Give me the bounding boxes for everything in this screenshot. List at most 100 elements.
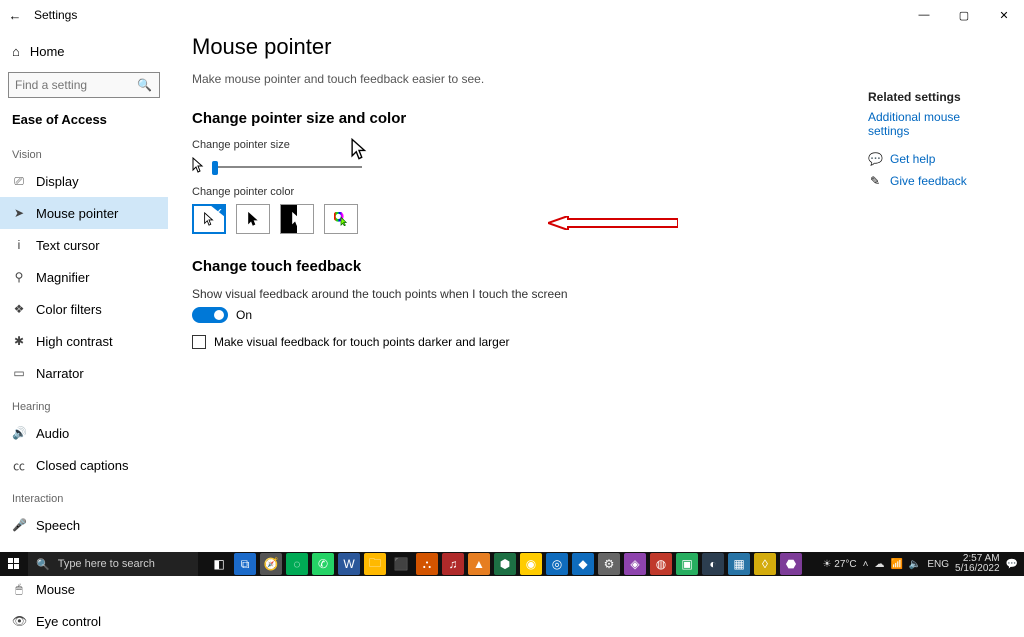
section-heading-touch: Change touch feedback (192, 258, 1000, 275)
start-button[interactable] (0, 552, 28, 576)
slider-thumb[interactable] (212, 161, 218, 175)
sidebar-item-color-filters[interactable]: ❖ Color filters (0, 293, 168, 325)
sidebar-item-label: Speech (36, 518, 80, 533)
annotation-arrow (548, 216, 678, 230)
cursor-white-icon (202, 212, 216, 226)
tray-action-center-icon[interactable]: 💬 (1006, 559, 1018, 570)
tray-cloud-icon[interactable]: ☁ (874, 559, 884, 570)
taskbar-app[interactable]: ▦ (728, 553, 750, 575)
slider-track[interactable] (212, 166, 362, 168)
sidebar-item-eye-control[interactable]: 👁 Eye control (0, 605, 168, 637)
sidebar-item-label: Closed captions (36, 458, 129, 473)
sidebar-item-speech[interactable]: 🎤 Speech (0, 509, 168, 541)
taskbar-app[interactable]: ⬢ (494, 553, 516, 575)
taskbar-app-word[interactable]: W (338, 553, 360, 575)
taskbar-search-placeholder: Type here to search (58, 558, 155, 570)
taskbar-app[interactable]: ⬣ (780, 553, 802, 575)
sidebar-item-label: Color filters (36, 302, 102, 317)
touch-darker-label: Make visual feedback for touch points da… (214, 335, 510, 349)
weather-widget[interactable]: ☀ 27°C (823, 559, 857, 570)
sidebar-item-label: Display (36, 174, 79, 189)
right-column: Related settings Additional mouse settin… (868, 90, 998, 196)
group-title-vision: Vision (0, 137, 168, 165)
sidebar-item-audio[interactable]: 🔊 Audio (0, 417, 168, 449)
taskbar-app[interactable]: ⛬ (416, 553, 438, 575)
sidebar-item-closed-captions[interactable]: ㏄ Closed captions (0, 449, 168, 481)
taskbar-app[interactable]: ◊ (754, 553, 776, 575)
cursor-custom-icon (334, 212, 348, 226)
taskbar-app-whatsapp[interactable]: ✆ (312, 553, 334, 575)
maximize-button[interactable]: ▢ (944, 0, 984, 30)
sidebar-item-narrator[interactable]: ▭ Narrator (0, 357, 168, 389)
taskbar-app[interactable]: ◍ (650, 553, 672, 575)
minimize-button[interactable]: ― (904, 0, 944, 30)
sidebar-search[interactable]: 🔍 (8, 72, 160, 98)
pointer-color-custom[interactable] (324, 204, 358, 234)
sidebar: ⌂ Home 🔍 Ease of Access Vision ⎚ Display… (0, 30, 168, 552)
pointer-color-black[interactable] (236, 204, 270, 234)
taskbar-app-settings[interactable]: ⚙ (598, 553, 620, 575)
sidebar-item-display[interactable]: ⎚ Display (0, 165, 168, 197)
sidebar-home[interactable]: ⌂ Home (0, 36, 168, 66)
home-icon: ⌂ (12, 44, 20, 59)
get-help-link[interactable]: 💬 Get help (868, 152, 998, 166)
sidebar-category: Ease of Access (0, 106, 168, 137)
search-icon: 🔍 (137, 78, 152, 92)
sidebar-item-label: Mouse pointer (36, 206, 118, 221)
sidebar-home-label: Home (30, 44, 65, 59)
system-tray[interactable]: ☀ 27°C ˄ ☁ 📶 🔈 ENG 2:57 AM 5/16/2022 💬 (823, 554, 1024, 574)
sidebar-item-text-cursor[interactable]: Ꭵ Text cursor (0, 229, 168, 261)
taskbar-app[interactable]: 🧭 (260, 553, 282, 575)
tray-wifi-icon[interactable]: 📶 (890, 559, 902, 570)
sidebar-item-high-contrast[interactable]: ✱ High contrast (0, 325, 168, 357)
sidebar-item-label: Narrator (36, 366, 84, 381)
closed-captions-icon: ㏄ (12, 457, 26, 474)
taskbar-app-vlc[interactable]: ▲ (468, 553, 490, 575)
pointer-color-inverted[interactable] (280, 204, 314, 234)
taskbar-app[interactable]: ◆ (572, 553, 594, 575)
tray-clock[interactable]: 2:57 AM 5/16/2022 (955, 554, 1000, 574)
taskbar: 🔍 Type here to search ◧ ⧉ 🧭 ◌ ✆ W 🗀 ⬛ ⛬ … (0, 552, 1024, 576)
toggle-state-label: On (236, 308, 252, 322)
back-button[interactable]: ← (0, 8, 30, 23)
sidebar-item-label: Audio (36, 426, 69, 441)
high-contrast-icon: ✱ (12, 334, 26, 348)
text-cursor-icon: Ꭵ (12, 238, 26, 253)
search-icon: 🔍 (36, 558, 50, 571)
mouse-cursor-indicator (350, 138, 368, 164)
mouse-icon: 🖱 (12, 582, 26, 597)
taskbar-app[interactable]: ▣ (676, 553, 698, 575)
taskbar-app[interactable]: ◌ (286, 553, 308, 575)
additional-mouse-settings-link[interactable]: Additional mouse settings (868, 110, 998, 138)
cursor-inverted-icon (290, 212, 304, 226)
give-feedback-link[interactable]: ✎ Give feedback (868, 174, 998, 188)
sidebar-item-mouse-pointer[interactable]: ➤ Mouse pointer (0, 197, 168, 229)
task-view-button[interactable]: ◧ (208, 553, 230, 575)
close-button[interactable]: ✕ (984, 0, 1024, 30)
cursor-black-icon (246, 212, 260, 226)
taskbar-search[interactable]: 🔍 Type here to search (28, 552, 198, 576)
mouse-pointer-icon: ➤ (12, 206, 26, 220)
taskbar-app[interactable]: ♫ (442, 553, 464, 575)
taskbar-app-chrome[interactable]: ◉ (520, 553, 542, 575)
color-filters-icon: ❖ (12, 302, 26, 316)
taskbar-app-edge[interactable]: ◎ (546, 553, 568, 575)
audio-icon: 🔊 (12, 426, 26, 440)
taskbar-app[interactable]: ⬛ (390, 553, 412, 575)
pointer-preview-icon (192, 157, 204, 176)
taskbar-app[interactable]: ◐ (702, 553, 724, 575)
speech-icon: 🎤 (12, 518, 26, 532)
touch-feedback-toggle[interactable] (192, 307, 228, 323)
sidebar-item-magnifier[interactable]: ⚲ Magnifier (0, 261, 168, 293)
pointer-color-white[interactable] (192, 204, 226, 234)
sidebar-item-label: Mouse (36, 582, 75, 597)
taskbar-app-explorer[interactable]: 🗀 (364, 553, 386, 575)
tray-expand-icon[interactable]: ˄ (863, 559, 869, 570)
eye-control-icon: 👁 (12, 614, 26, 628)
taskbar-app[interactable]: ⧉ (234, 553, 256, 575)
taskbar-app[interactable]: ◈ (624, 553, 646, 575)
tray-volume-icon[interactable]: 🔈 (909, 559, 921, 570)
tray-language[interactable]: ENG (927, 559, 949, 570)
sidebar-item-mouse[interactable]: 🖱 Mouse (0, 573, 168, 605)
touch-darker-checkbox[interactable] (192, 335, 206, 349)
